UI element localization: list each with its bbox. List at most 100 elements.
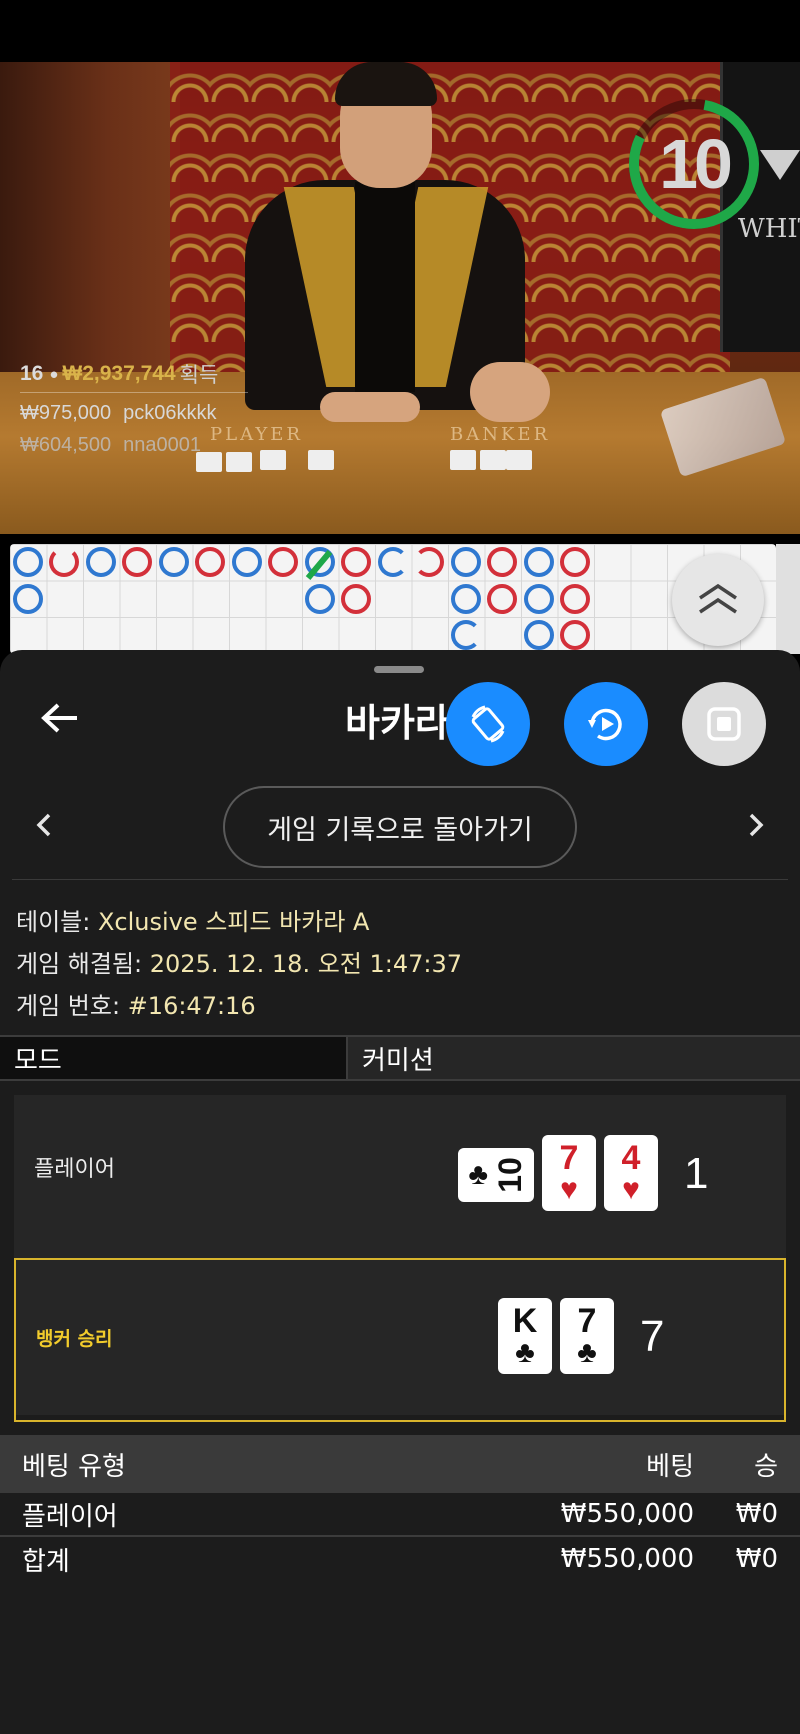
- road-bead-player: [13, 584, 43, 614]
- dealer: [235, 62, 535, 410]
- tab-commission[interactable]: 커미션: [348, 1037, 800, 1079]
- road-bead-player: [159, 547, 189, 577]
- road-bead-player: [451, 547, 481, 577]
- road-bead-player: [378, 547, 408, 577]
- winner-user: nna0001: [123, 433, 202, 456]
- game-number-value: #16:47:16: [127, 992, 256, 1020]
- road-bead-player: [305, 584, 335, 614]
- playing-card: 7 ♥: [542, 1135, 596, 1211]
- player-score: 1: [684, 1149, 709, 1198]
- table-row: 플레이어 ₩550,000 ₩0: [0, 1493, 800, 1537]
- win-amount: ₩0: [735, 1499, 778, 1529]
- player-hand: 플레이어 ♣ 10 7 ♥ 4 ♥ 1: [14, 1095, 786, 1255]
- back-button[interactable]: [38, 696, 82, 740]
- road-bead-player: [13, 547, 43, 577]
- resolved-info: 게임 해결됨: 2025. 12. 18. 오전 1:47:37: [16, 944, 462, 979]
- winners-total: ₩2,937,744: [62, 362, 176, 385]
- stop-icon: [707, 707, 741, 741]
- bet-amount: ₩550,000: [560, 1499, 694, 1529]
- table-label: 테이블:: [16, 908, 91, 936]
- road-bead-banker: [49, 547, 79, 577]
- road-bead-player: [86, 547, 116, 577]
- playing-card: 7 ♣: [560, 1298, 614, 1374]
- winner-count: 16: [20, 362, 44, 385]
- winner-row: ₩604,500 nna0001: [20, 429, 248, 461]
- felt-card: [260, 450, 286, 470]
- rotate-device-icon: [471, 705, 505, 743]
- bead-road[interactable]: [10, 544, 776, 654]
- expand-roads-button[interactable]: [672, 554, 764, 646]
- banker-win-label: 뱅커 승리: [36, 1328, 113, 1350]
- road-bead-banker: [560, 547, 590, 577]
- road-bead-banker: [122, 547, 152, 577]
- total-label: 합계: [22, 1546, 70, 1577]
- total-win: ₩0: [735, 1544, 778, 1574]
- return-to-history-button[interactable]: 게임 기록으로 돌아가기: [223, 786, 577, 868]
- mode-tabs: 모드 커미션: [0, 1035, 800, 1081]
- countdown-timer: 10: [659, 125, 733, 203]
- resolved-label: 게임 해결됨:: [16, 950, 143, 978]
- curtain: [0, 62, 180, 402]
- road-bead-player: [451, 584, 481, 614]
- table-value: Xclusive 스피드 바카라 A: [97, 908, 370, 936]
- player-label: 플레이어: [34, 1157, 115, 1182]
- road-bead-banker: [268, 547, 298, 577]
- next-game-button[interactable]: [740, 810, 770, 840]
- replay-button[interactable]: [564, 682, 648, 766]
- road-bead-banker: [487, 584, 517, 614]
- game-history-sheet: 바카라 게임 기록으로 돌아가기 테이블: Xclusive 스피드 바카라 A…: [0, 650, 800, 1734]
- chevron-right-icon: [749, 813, 764, 837]
- game-number-info: 게임 번호: #16:47:16: [16, 986, 256, 1021]
- playing-card: K ♣: [498, 1298, 552, 1374]
- bet-type: 플레이어: [22, 1501, 118, 1532]
- road-bead-player: [451, 620, 481, 650]
- stop-button[interactable]: [682, 682, 766, 766]
- previous-game-button[interactable]: [30, 810, 60, 840]
- side-screen-label: WHIT: [738, 214, 800, 244]
- replay-icon: [588, 708, 622, 741]
- felt-card: [506, 450, 532, 470]
- felt-card: [308, 450, 334, 470]
- felt-card: [480, 450, 506, 470]
- chevron-left-icon: [36, 813, 51, 837]
- sheet-grabber[interactable]: [374, 666, 424, 673]
- page-title: 바카라: [345, 701, 450, 745]
- rotate-button[interactable]: [446, 682, 530, 766]
- column-header-win: 승: [754, 1451, 778, 1482]
- game-number-label: 게임 번호:: [16, 992, 121, 1020]
- tab-mode[interactable]: 모드: [0, 1037, 348, 1079]
- total-bet: ₩550,000: [560, 1544, 694, 1574]
- result-panel: 플레이어 ♣ 10 7 ♥ 4 ♥ 1 뱅커 승리 K ♣ 7 ♣ 7: [14, 1095, 786, 1422]
- column-header-bet: 베팅: [646, 1451, 694, 1482]
- double-chevron-up-icon: [699, 583, 737, 614]
- bet-table: 베팅 유형 베팅 승 플레이어 ₩550,000 ₩0 합계 ₩550,000 …: [0, 1435, 800, 1581]
- road-bead-banker: [560, 620, 590, 650]
- banker-hand: 뱅커 승리 K ♣ 7 ♣ 7: [14, 1258, 786, 1422]
- road-bead-banker: [560, 584, 590, 614]
- dealer-hand: [320, 392, 420, 422]
- playing-card: ♣ 10: [458, 1148, 534, 1202]
- road-bead-banker: [195, 547, 225, 577]
- bet-table-header: 베팅 유형 베팅 승: [0, 1435, 800, 1493]
- road-bead-banker: [341, 547, 371, 577]
- winner-user: pck06kkkk: [123, 401, 217, 424]
- winners-ticker: 16 ● ₩2,937,744 획득 ₩975,000 pck06kkkk ₩6…: [20, 360, 248, 461]
- road-bead-player: [524, 584, 554, 614]
- road-bead-banker: [341, 584, 371, 614]
- person-icon: ●: [49, 365, 59, 383]
- dealer-hand: [470, 362, 550, 422]
- divider: [12, 879, 788, 880]
- road-edge: [776, 544, 800, 654]
- resolved-value: 2025. 12. 18. 오전 1:47:37: [149, 950, 463, 978]
- felt-card: [450, 450, 476, 470]
- banker-score: 7: [640, 1312, 665, 1361]
- table-info: 테이블: Xclusive 스피드 바카라 A: [16, 902, 369, 937]
- road-bead-player: [524, 620, 554, 650]
- road-bead-banker: [414, 547, 444, 577]
- road-bead-banker: [487, 547, 517, 577]
- winner-row: ₩975,000 pck06kkkk: [20, 397, 248, 429]
- status-bar: [0, 0, 800, 62]
- road-bead-player: [524, 547, 554, 577]
- felt-banker-label: BANKER: [450, 424, 551, 445]
- winners-suffix: 획득: [179, 364, 219, 387]
